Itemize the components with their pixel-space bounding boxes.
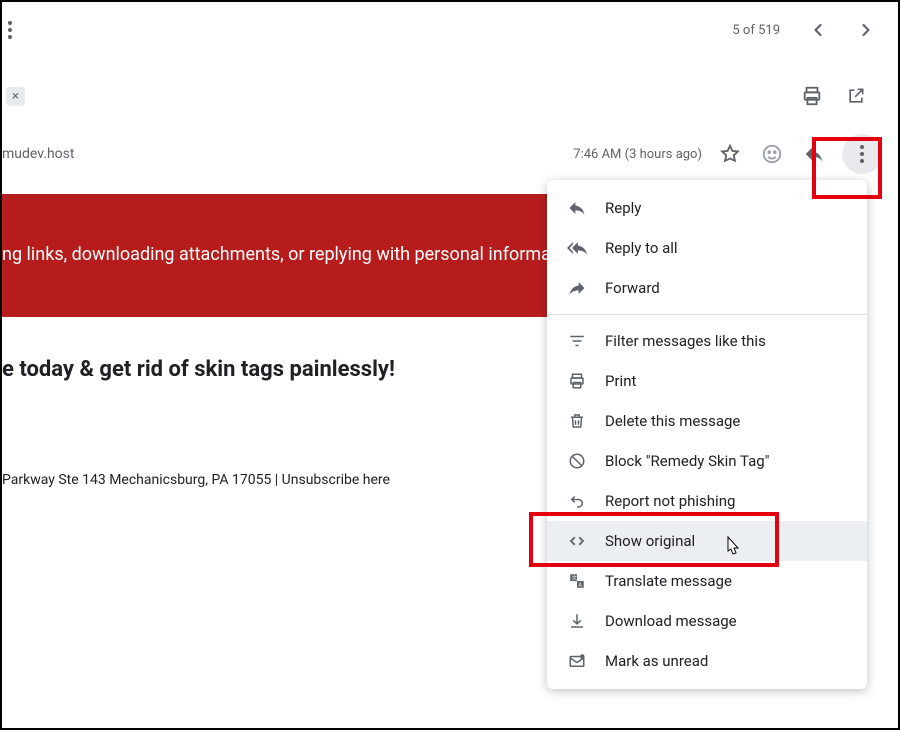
menu-delete-label: Delete this message [605, 412, 740, 430]
menu-forward-label: Forward [605, 279, 660, 297]
menu-mark-unread[interactable]: Mark as unread [547, 641, 867, 681]
translate-icon: 文A [567, 571, 587, 591]
topbar: 5 of 519 [2, 2, 898, 58]
star-icon[interactable] [716, 140, 744, 168]
block-icon [567, 451, 587, 471]
reply-all-icon [567, 238, 587, 258]
menu-forward[interactable]: Forward [547, 268, 867, 308]
menu-show-original-label: Show original [605, 532, 695, 550]
open-new-window-icon[interactable] [842, 82, 870, 110]
menu-print-label: Print [605, 372, 636, 390]
time-text: 7:46 AM (3 hours ago) [573, 147, 702, 162]
more-options-button[interactable] [842, 134, 882, 174]
svg-text:A: A [579, 582, 583, 588]
pagination-text: 5 of 519 [732, 23, 780, 38]
menu-reply-all-label: Reply to all [605, 239, 678, 257]
mark-unread-icon [567, 651, 587, 671]
reply-arrow-icon [567, 198, 587, 218]
download-icon [567, 611, 587, 631]
trash-icon [567, 411, 587, 431]
code-icon [567, 531, 587, 551]
menu-translate[interactable]: 文A Translate message [547, 561, 867, 601]
menu-reply-label: Reply [605, 199, 641, 217]
menu-download-label: Download message [605, 612, 737, 630]
menu-download[interactable]: Download message [547, 601, 867, 641]
menu-report[interactable]: Report not phishing [547, 481, 867, 521]
sender-row: mudev.host 7:46 AM (3 hours ago) [2, 110, 898, 184]
newer-button[interactable] [798, 10, 838, 50]
more-options-menu: Reply Reply to all Forward Filter messag… [547, 180, 867, 689]
sender-domain: mudev.host [2, 146, 74, 162]
warning-text: ng links, downloading attachments, or re… [2, 244, 551, 265]
menu-block[interactable]: Block "Remedy Skin Tag" [547, 441, 867, 481]
menu-block-label: Block "Remedy Skin Tag" [605, 452, 770, 470]
forward-icon [567, 278, 587, 298]
reply-icon[interactable] [800, 140, 828, 168]
menu-mark-unread-label: Mark as unread [605, 652, 708, 670]
menu-reply-all[interactable]: Reply to all [547, 228, 867, 268]
reaction-icon[interactable] [758, 140, 786, 168]
menu-reply[interactable]: Reply [547, 188, 867, 228]
left-more-icon[interactable] [6, 20, 14, 40]
print-icon[interactable] [798, 82, 826, 110]
subject-row: × [2, 58, 898, 110]
menu-delete[interactable]: Delete this message [547, 401, 867, 441]
menu-filter[interactable]: Filter messages like this [547, 321, 867, 361]
label-chip-remove[interactable]: × [6, 87, 25, 106]
menu-print[interactable]: Print [547, 361, 867, 401]
menu-show-original[interactable]: Show original [547, 521, 867, 561]
filter-icon [567, 331, 587, 351]
menu-report-label: Report not phishing [605, 492, 735, 510]
print-menu-icon [567, 371, 587, 391]
older-button[interactable] [846, 10, 886, 50]
menu-filter-label: Filter messages like this [605, 332, 766, 350]
menu-separator [547, 314, 867, 315]
undo-icon [567, 491, 587, 511]
menu-translate-label: Translate message [605, 572, 732, 590]
